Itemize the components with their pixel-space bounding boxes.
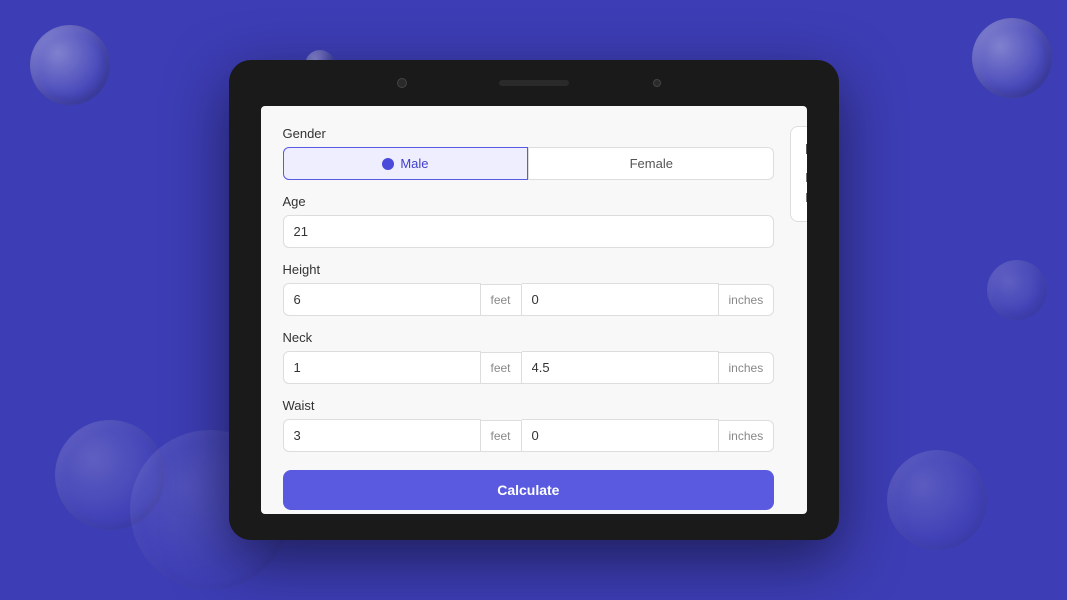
tablet-speaker — [499, 80, 569, 86]
height-feet-unit: feet — [481, 284, 522, 316]
waist-field-group: Waist feet inches — [283, 398, 775, 452]
neck-inches-unit: inches — [719, 352, 775, 384]
neck-feet-unit: feet — [481, 352, 522, 384]
gender-male-label: Male — [400, 156, 428, 171]
result-text: Body Fat = 18% You meet the Department o… — [805, 168, 806, 207]
gender-label: Gender — [283, 126, 775, 141]
gender-female-label: Female — [630, 156, 673, 171]
gender-male-button[interactable]: Male — [283, 147, 529, 180]
gender-field-group: Gender Male Female — [283, 126, 775, 180]
waist-inches-input[interactable] — [522, 419, 719, 452]
tablet-top-bar — [229, 60, 839, 106]
decorative-ball-7 — [987, 260, 1047, 320]
gender-female-button[interactable]: Female — [528, 147, 774, 180]
waist-feet-input[interactable] — [283, 419, 481, 452]
result-title: Result: — [805, 141, 806, 158]
tablet-mic — [653, 79, 661, 87]
waist-label: Waist — [283, 398, 775, 413]
calculate-button[interactable]: Calculate — [283, 470, 775, 510]
radio-dot-male — [382, 158, 394, 170]
neck-feet-input[interactable] — [283, 351, 481, 384]
height-inches-input[interactable] — [522, 283, 719, 316]
tablet-camera — [397, 78, 407, 88]
waist-inches-unit: inches — [719, 420, 775, 452]
height-feet-input[interactable] — [283, 283, 481, 316]
age-input[interactable] — [283, 215, 775, 248]
age-field-group: Age — [283, 194, 775, 248]
decorative-ball-3 — [972, 18, 1052, 98]
neck-inches-input[interactable] — [522, 351, 719, 384]
waist-measurement-row: feet inches — [283, 419, 775, 452]
gender-group: Male Female — [283, 147, 775, 180]
tablet-device: Gender Male Female Age Height — [229, 60, 839, 540]
height-inches-unit: inches — [719, 284, 775, 316]
decorative-ball-1 — [30, 25, 110, 105]
neck-measurement-row: feet inches — [283, 351, 775, 384]
result-card: Result: Body Fat = 18% You meet the Depa… — [790, 126, 806, 222]
height-field-group: Height feet inches — [283, 262, 775, 316]
decorative-ball-6 — [887, 450, 987, 550]
neck-field-group: Neck feet inches — [283, 330, 775, 384]
height-measurement-row: feet inches — [283, 283, 775, 316]
form-panel: Gender Male Female Age Height — [283, 126, 775, 494]
height-label: Height — [283, 262, 775, 277]
result-panel: Result: Body Fat = 18% You meet the Depa… — [790, 126, 806, 494]
waist-feet-unit: feet — [481, 420, 522, 452]
tablet-screen: Gender Male Female Age Height — [261, 106, 807, 514]
age-label: Age — [283, 194, 775, 209]
neck-label: Neck — [283, 330, 775, 345]
